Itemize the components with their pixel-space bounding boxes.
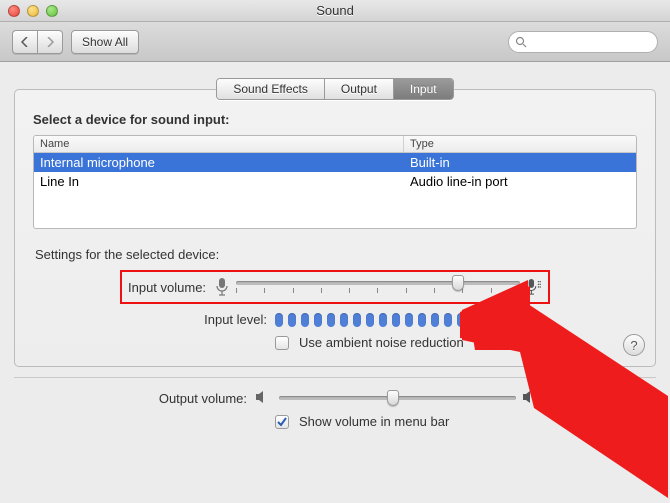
ambient-noise-checkbox[interactable] <box>275 336 289 350</box>
chevron-right-icon <box>46 37 54 47</box>
speaker-quiet-icon <box>255 390 273 406</box>
divider <box>14 377 656 378</box>
device-type: Built-in <box>404 153 636 172</box>
device-name: Line In <box>34 172 404 191</box>
search-icon <box>515 36 527 48</box>
tab-bar: Sound Effects Output Input <box>14 78 656 100</box>
input-level-row: Input level: <box>33 308 637 331</box>
ambient-noise-label: Use ambient noise reduction <box>299 335 464 350</box>
tab-sound-effects[interactable]: Sound Effects <box>217 79 325 99</box>
input-volume-slider[interactable] <box>236 281 520 285</box>
col-header-name[interactable]: Name <box>34 136 404 152</box>
device-table: Name Type Internal microphone Built-in L… <box>33 135 637 229</box>
show-menubar-label: Show volume in menu bar <box>299 414 449 429</box>
input-level-label: Input level: <box>75 312 275 327</box>
slider-thumb[interactable] <box>387 390 399 406</box>
nav-buttons <box>12 30 63 54</box>
speaker-loud-icon <box>522 390 540 406</box>
mic-quiet-icon <box>214 276 230 298</box>
window-title: Sound <box>0 3 670 18</box>
mic-loud-icon <box>526 276 542 298</box>
col-header-type[interactable]: Type <box>404 136 636 152</box>
settings-heading: Settings for the selected device: <box>35 247 637 262</box>
tab-input[interactable]: Input <box>394 79 453 99</box>
device-name: Internal microphone <box>34 153 404 172</box>
mute-label: Mute <box>586 391 615 406</box>
chevron-left-icon <box>21 37 29 47</box>
output-volume-row: Output volume: Mute <box>34 386 636 410</box>
table-row[interactable]: Internal microphone Built-in <box>34 153 636 172</box>
input-level-meter <box>275 313 465 327</box>
show-menubar-row: Show volume in menu bar <box>34 410 636 433</box>
input-panel: Select a device for sound input: Name Ty… <box>14 89 656 367</box>
slider-thumb[interactable] <box>452 275 464 291</box>
help-button[interactable]: ? <box>623 334 645 356</box>
mute-checkbox[interactable] <box>562 391 576 405</box>
tab-output[interactable]: Output <box>325 79 394 99</box>
output-volume-slider[interactable] <box>279 396 516 400</box>
search-input[interactable] <box>531 36 651 48</box>
window-titlebar: Sound <box>0 0 670 22</box>
device-type: Audio line-in port <box>404 172 636 191</box>
show-menubar-checkbox[interactable] <box>275 415 289 429</box>
forward-button[interactable] <box>37 30 63 54</box>
ambient-row: Use ambient noise reduction <box>33 331 637 354</box>
show-all-button[interactable]: Show All <box>71 30 139 54</box>
device-heading: Select a device for sound input: <box>33 112 637 127</box>
search-field[interactable] <box>508 31 658 53</box>
input-volume-label: Input volume: <box>128 280 214 295</box>
back-button[interactable] <box>12 30 37 54</box>
table-header: Name Type <box>34 136 636 153</box>
toolbar: Show All <box>0 22 670 62</box>
input-volume-row: Input volume: <box>33 266 637 308</box>
highlight-annotation: Input volume: <box>120 270 550 304</box>
output-volume-label: Output volume: <box>55 391 255 406</box>
table-row[interactable]: Line In Audio line-in port <box>34 172 636 191</box>
